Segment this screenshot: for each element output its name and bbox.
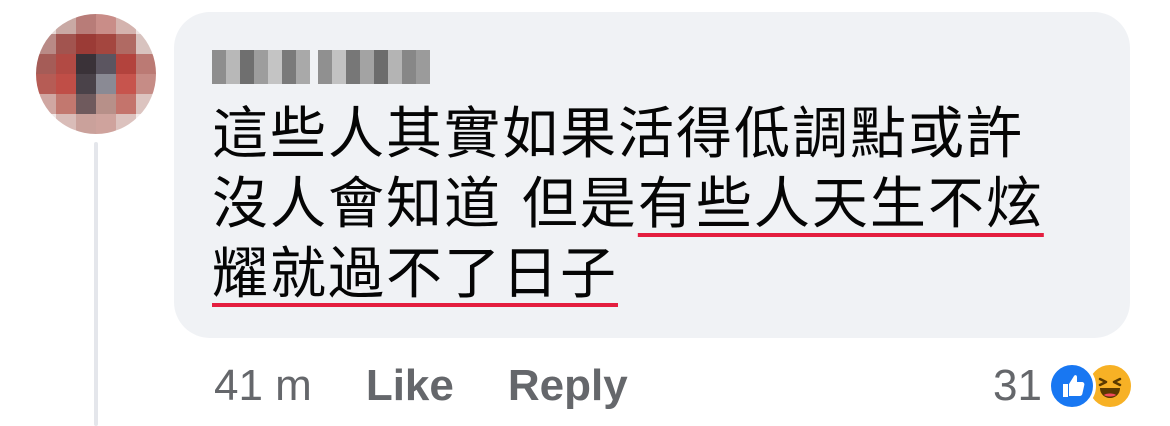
author-name-pixel: [360, 50, 374, 84]
avatar-pixel: [56, 34, 76, 54]
avatar-pixel: [116, 74, 136, 94]
timestamp[interactable]: 41 m: [214, 361, 312, 411]
comment-actions: 41 m Like Reply: [214, 356, 628, 416]
avatar-pixel: [96, 114, 116, 134]
avatar-pixel: [56, 54, 76, 74]
author-name-pixel: [212, 50, 226, 84]
reply-button[interactable]: Reply: [508, 361, 628, 411]
avatar[interactable]: [36, 14, 156, 134]
author-name-pixel: [282, 50, 296, 84]
avatar-pixel: [136, 14, 156, 34]
avatar-pixel: [36, 54, 56, 74]
avatar-pixel: [96, 94, 116, 114]
author-name-word: [318, 50, 430, 84]
comment-line-2: 沒人會知道 但是有些人天生不炫: [212, 172, 1044, 237]
avatar-pixel: [96, 54, 116, 74]
author-name-pixel: [416, 50, 430, 84]
avatar-pixel: [136, 94, 156, 114]
avatar-pixel: [116, 114, 136, 134]
author-name-pixel: [226, 50, 240, 84]
author-name-pixel: [254, 50, 268, 84]
author-name-pixelated[interactable]: [212, 50, 430, 84]
avatar-pixel: [56, 94, 76, 114]
avatar-pixel: [76, 54, 96, 74]
avatar-pixel: [96, 14, 116, 34]
author-name-pixel: [240, 50, 254, 84]
avatar-pixel: [56, 14, 76, 34]
avatar-pixel: [136, 54, 156, 74]
author-name-pixel: [268, 50, 282, 84]
avatar-pixel: [56, 74, 76, 94]
author-name-pixel: [374, 50, 388, 84]
avatar-pixel: [96, 74, 116, 94]
avatar-pixel: [56, 114, 76, 134]
comment-bubble: 這些人其實如果活得低調點或許 沒人會知道 但是有些人天生不炫 耀就過不了日子: [174, 12, 1130, 338]
avatar-pixel: [136, 74, 156, 94]
comment-text: 這些人其實如果活得低調點或許 沒人會知道 但是有些人天生不炫 耀就過不了日子: [212, 100, 1092, 310]
avatar-pixel: [76, 94, 96, 114]
avatar-pixel: [36, 34, 56, 54]
like-icon: [1048, 362, 1096, 410]
highlighted-text: 有些人天生不炫: [637, 172, 1044, 237]
avatar-pixel: [36, 14, 56, 34]
avatar-pixel: [136, 34, 156, 54]
avatar-pixel: [116, 34, 136, 54]
highlighted-text: 耀就過不了日子: [212, 242, 618, 307]
avatar-pixel: [116, 14, 136, 34]
avatar-pixel: [76, 34, 96, 54]
author-name-pixel: [296, 50, 310, 84]
avatar-pixel: [36, 74, 56, 94]
author-name-pixel: [318, 50, 332, 84]
avatar-pixel: [36, 114, 56, 134]
avatar-pixel: [136, 114, 156, 134]
reactions-summary[interactable]: 31: [993, 356, 1134, 416]
avatar-pixel: [36, 94, 56, 114]
reaction-count: 31: [993, 361, 1042, 410]
comment-line-3: 耀就過不了日子: [212, 240, 1092, 310]
author-name-word: [212, 50, 310, 84]
avatar-pixel: [116, 94, 136, 114]
avatar-pixel: [76, 74, 96, 94]
like-button[interactable]: Like: [366, 361, 454, 411]
author-name-pixel: [346, 50, 360, 84]
avatar-pixel: [96, 34, 116, 54]
author-name-pixel: [402, 50, 416, 84]
author-name-pixel: [388, 50, 402, 84]
author-name-pixel: [332, 50, 346, 84]
avatar-pixel: [116, 54, 136, 74]
avatar-pixel: [76, 114, 96, 134]
avatar-pixel: [76, 14, 96, 34]
reply-thread-line: [94, 142, 98, 426]
comment-line-1: 這些人其實如果活得低調點或許: [212, 102, 1024, 167]
